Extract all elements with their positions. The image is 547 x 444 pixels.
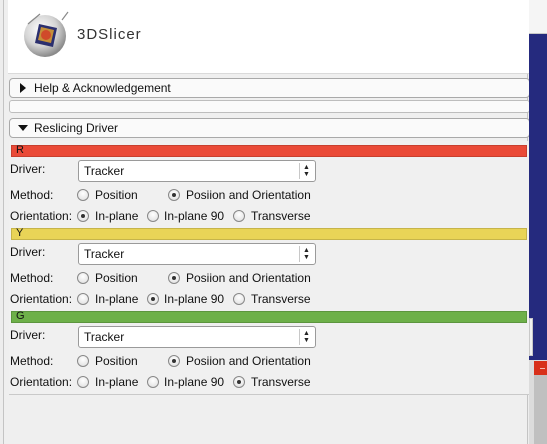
slice-y-driver-value: Tracker — [84, 247, 125, 261]
driver-label: Driver: — [10, 328, 46, 342]
help-acknowledgement-label: Help & Acknowledgement — [34, 81, 171, 95]
driver-label: Driver: — [10, 245, 46, 259]
slice-g-orient-inplane-label: In-plane — [95, 375, 139, 389]
expanded-arrow-icon — [18, 125, 28, 131]
slicer-logo-icon — [24, 11, 69, 57]
3d-view-edge — [529, 34, 547, 360]
slice-r-name: R — [16, 144, 24, 156]
help-acknowledgement-section[interactable]: Help & Acknowledgement — [9, 78, 530, 98]
slice-r-method-posorient-label: Posiion and Orientation — [186, 188, 311, 202]
module-panel: 3DSlicer Help & Acknowledgement Reslicin… — [3, 0, 530, 444]
slice-g-orient-inplane-radio[interactable] — [77, 376, 89, 388]
panel-splitter-handle[interactable] — [529, 318, 533, 356]
slice-r-orient-inplane90-label: In-plane 90 — [164, 209, 225, 223]
slice-g-driver-value: Tracker — [84, 330, 125, 344]
slice-r-method-position-radio[interactable] — [77, 189, 89, 201]
slice-y-method-posorient-radio[interactable] — [168, 272, 180, 284]
slice-g-orient-transverse-radio[interactable] — [233, 376, 245, 388]
driver-label: Driver: — [10, 162, 46, 176]
slice-y-orient-inplane-label: In-plane — [95, 292, 139, 306]
slice-y-method-position-radio[interactable] — [77, 272, 89, 284]
method-label: Method: — [10, 271, 54, 285]
method-label: Method: — [10, 188, 54, 202]
slice-view-pin-icon — [540, 368, 545, 369]
slice-y-bar: Y — [11, 227, 527, 240]
slice-y-orient-transverse-label: Transverse — [251, 292, 311, 306]
slice-y-method-position-label: Position — [95, 271, 138, 285]
slice-g-orient-transverse-label: Transverse — [251, 375, 311, 389]
slice-g-orient-inplane90-label: In-plane 90 — [164, 375, 225, 389]
slice-y-orient-inplane90-label: In-plane 90 — [164, 292, 225, 306]
slice-y-driver-combo[interactable]: Tracker ▲ ▼ — [78, 243, 316, 265]
combo-arrows-icon: ▲ ▼ — [299, 246, 313, 262]
slice-r-method-position-label: Position — [95, 188, 138, 202]
view-area-edge — [529, 0, 547, 444]
reslicing-driver-label: Reslicing Driver — [34, 121, 119, 135]
slice-y-orient-inplane90-radio[interactable] — [147, 293, 159, 305]
slice-g-method-posorient-radio[interactable] — [168, 355, 180, 367]
slice-r-method-posorient-radio[interactable] — [168, 189, 180, 201]
method-label: Method: — [10, 354, 54, 368]
slice-r-orient-inplane-label: In-plane — [95, 209, 139, 223]
slice-y-name: Y — [16, 227, 24, 239]
slice-g-orient-inplane90-radio[interactable] — [147, 376, 159, 388]
slice-g-method-position-radio[interactable] — [77, 355, 89, 367]
slice-g-name: G — [16, 310, 25, 322]
section-divider — [9, 100, 530, 113]
slice-r-orient-transverse-radio[interactable] — [233, 210, 245, 222]
slice-r-bar: R — [11, 144, 527, 157]
slice-r-orient-transverse-label: Transverse — [251, 209, 311, 223]
combo-arrows-icon: ▲ ▼ — [299, 163, 313, 179]
orientation-label: Orientation: — [10, 292, 73, 306]
slice-g-bar: G — [11, 310, 527, 323]
slice-r-driver-combo[interactable]: Tracker ▲ ▼ — [78, 160, 316, 182]
slice-y-method-posorient-label: Posiion and Orientation — [186, 271, 311, 285]
combo-arrows-icon: ▲ ▼ — [299, 329, 313, 345]
slice-r-orient-inplane90-radio[interactable] — [147, 210, 159, 222]
slice-y-orient-inplane-radio[interactable] — [77, 293, 89, 305]
toolbar-edge — [529, 0, 547, 34]
logo-text: 3DSlicer — [77, 26, 142, 43]
orientation-label: Orientation: — [10, 209, 73, 223]
logo-area: 3DSlicer — [8, 0, 529, 74]
slice-r-orient-inplane-radio[interactable] — [77, 210, 89, 222]
slice-y-orient-transverse-radio[interactable] — [233, 293, 245, 305]
slice-r-driver-value: Tracker — [84, 164, 125, 178]
reslicing-driver-section[interactable]: Reslicing Driver — [9, 118, 530, 138]
slice-g-driver-combo[interactable]: Tracker ▲ ▼ — [78, 326, 316, 348]
orientation-label: Orientation: — [10, 375, 73, 389]
red-slice-view-edge — [534, 375, 547, 444]
slice-g-method-position-label: Position — [95, 354, 138, 368]
slice-g-method-posorient-label: Posiion and Orientation — [186, 354, 311, 368]
collapsed-arrow-icon — [20, 83, 26, 93]
